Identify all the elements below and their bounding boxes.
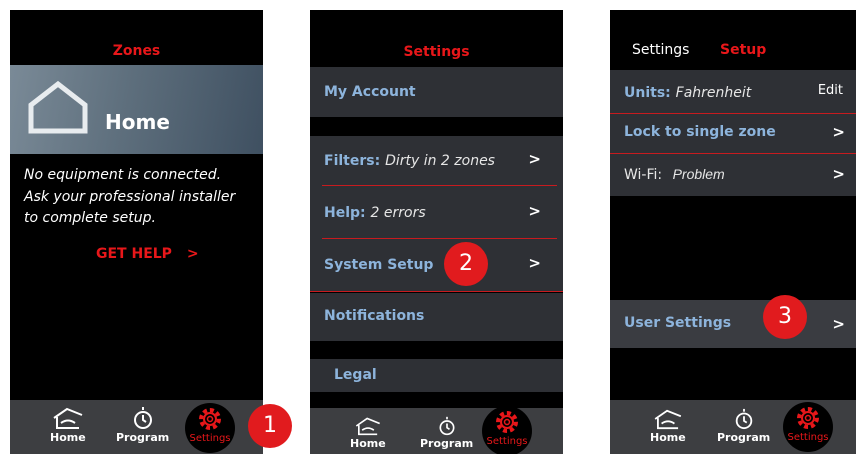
nav-home[interactable]: Home [650,408,686,444]
bottom-nav: Home Program Settings [10,400,263,454]
page-title: Zones [112,43,161,59]
gear-icon [797,407,819,429]
divider [322,238,557,239]
step-badge: 1 [248,404,292,448]
divider [310,291,563,292]
units-label: Units: [624,85,671,101]
message-line: Ask your professional installer [24,189,236,205]
nav-settings-label: Settings [189,433,231,444]
nav-home-label: Home [350,437,386,450]
units-value: Fahrenheit [675,85,752,101]
legal-label: Legal [334,367,377,383]
page-title: Setup [720,42,767,58]
house-icon [53,407,83,429]
nav-settings-label: Settings [787,432,829,443]
chevron-right-icon: > [832,315,845,333]
lock-zone-label: Lock to single zone [624,124,776,140]
nav-program-label: Program [717,431,771,444]
house-icon [654,409,682,430]
filters-label: Filters: [324,153,381,169]
step-badge: 3 [763,295,807,339]
help-item[interactable]: Help: 2 errors > [310,188,563,238]
setup-screen: Settings Setup Units: Fahrenheit Edit Lo… [610,10,856,454]
message-line: No equipment is connected. [24,167,222,183]
breadcrumb-settings[interactable]: Settings [632,42,689,58]
gear-icon [496,411,518,433]
nav-settings[interactable]: Settings [185,403,235,453]
chevron-right-icon: > [528,254,541,272]
zone-name: Home [105,110,170,134]
nav-program-label: Program [420,437,474,450]
stopwatch-icon [439,416,455,436]
setup-list: Units: Fahrenheit Edit Lock to single zo… [610,70,856,196]
house-outline-icon [28,80,88,134]
chevron-right-icon: > [832,123,845,141]
lock-zone-item[interactable]: Lock to single zone > [610,114,856,152]
wifi-label: Wi-Fi: [624,167,663,183]
my-account-label: My Account [324,84,416,100]
user-settings-label: User Settings [624,315,732,331]
bottom-nav: Home Program Settings [610,400,856,454]
chevron-right-icon: > [186,246,199,262]
nav-home-label: Home [650,431,686,444]
wifi-value: Problem [672,166,725,182]
system-setup-item[interactable]: System Setup > [310,240,563,290]
settings-screen: Settings My Account Filters: Dirty in 2 … [310,10,563,454]
wifi-item[interactable]: Wi-Fi: Problem > [610,154,856,194]
filters-item[interactable]: Filters: Dirty in 2 zones > [310,136,563,186]
house-icon [355,417,380,436]
edit-units-button[interactable]: Edit [818,83,843,98]
divider [322,185,557,186]
nav-program[interactable]: Program [116,406,169,444]
gear-icon [199,408,221,430]
step-badge: 2 [444,242,488,286]
chevron-right-icon: > [832,165,845,183]
zone-home-card[interactable]: Home [10,65,263,154]
filters-value: Dirty in 2 zones [385,153,495,169]
my-account-item[interactable]: My Account [310,67,563,117]
notifications-label: Notifications [324,308,425,324]
chevron-right-icon: > [528,202,541,220]
system-setup-label: System Setup [324,257,434,273]
bottom-nav: Home Program Settings [310,406,563,454]
nav-settings[interactable]: Settings [482,406,532,454]
stopwatch-icon [133,407,152,429]
stopwatch-icon [735,408,752,430]
nav-settings[interactable]: Settings [783,402,833,452]
settings-group: Filters: Dirty in 2 zones > Help: 2 erro… [310,136,563,291]
page-title: Settings [403,44,470,60]
nav-program[interactable]: Program [717,408,770,444]
get-help-link[interactable]: GET HELP > [96,246,199,262]
message-line: to complete setup. [24,210,156,226]
nav-program-label: Program [116,431,170,444]
chevron-right-icon: > [528,150,541,168]
nav-program[interactable]: Program [420,416,473,450]
nav-home-label: Home [50,431,86,444]
help-value: 2 errors [370,205,426,221]
legal-item[interactable]: Legal [310,359,563,392]
nav-home[interactable]: Home [350,416,386,450]
get-help-label: GET HELP [96,246,172,262]
help-label: Help: [324,205,366,221]
nav-settings-label: Settings [486,436,528,447]
notifications-item[interactable]: Notifications [310,293,563,341]
nav-home[interactable]: Home [50,406,86,444]
user-settings-item[interactable]: User Settings > [610,300,856,348]
zones-screen: Zones Home No equipment is connected. As… [10,10,263,454]
